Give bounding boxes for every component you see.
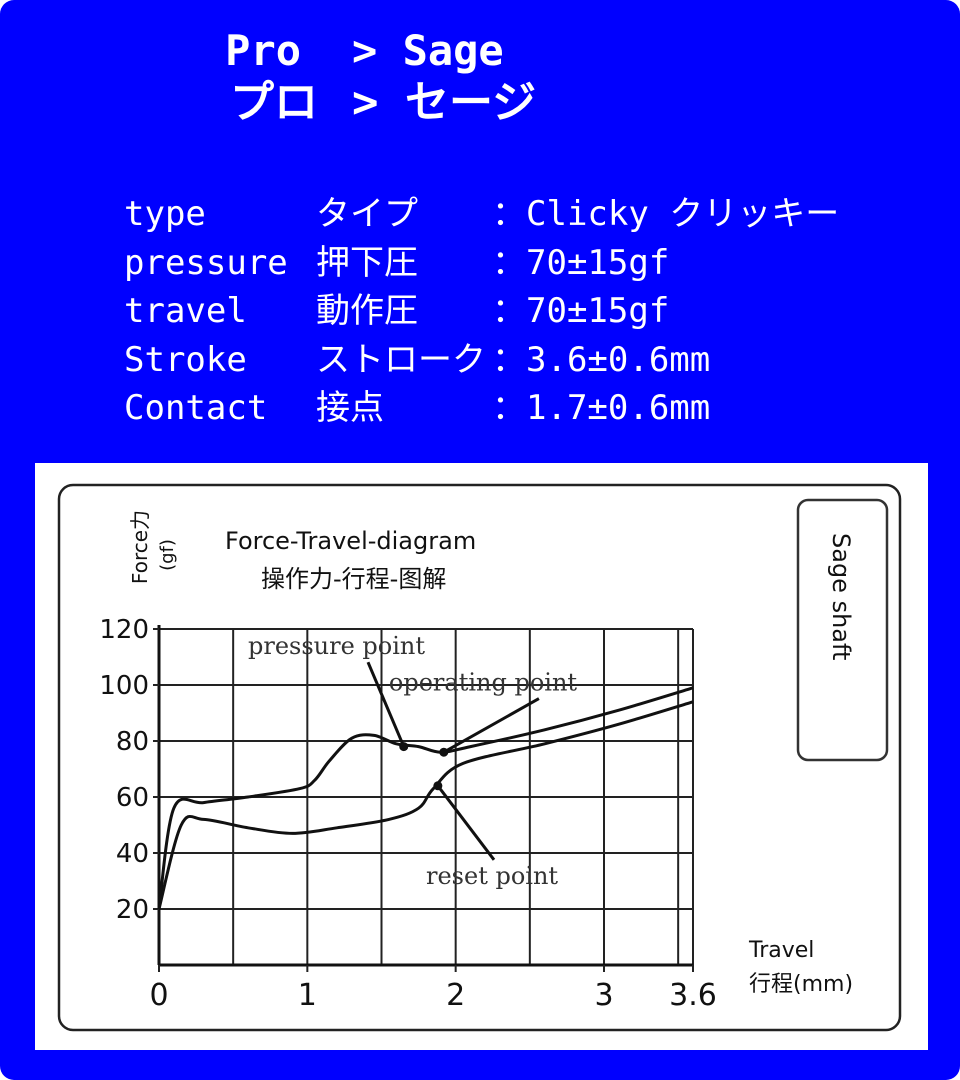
tick-label-y: 20 [116, 895, 149, 925]
breadcrumb-from[interactable]: Pro [225, 26, 301, 76]
tick-label-x: 1 [298, 978, 317, 1013]
page-frame: Pro > Sage プロ > セージ type タイプ ： Clicky クリ… [0, 0, 960, 1080]
spec-label: type [124, 194, 206, 234]
force-travel-chart-panel: Force力 (gf) Force-Travel-diagram 操作力-行程-… [35, 463, 928, 1050]
chart-annotations: pressure point operating point reset point [248, 632, 577, 890]
spec-value: 1.7±0.6mm [526, 388, 711, 428]
spec-label-jp: 動作圧 [316, 291, 418, 331]
spec-colon: ： [492, 242, 526, 283]
tick-label-y: 60 [116, 783, 149, 813]
spec-colon: ： [492, 339, 526, 380]
spec-row-type: type タイプ ： Clicky クリッキー [124, 190, 839, 239]
spec-label: travel [124, 291, 247, 331]
annotation-label: operating point [389, 669, 578, 697]
spec-label: Stroke [124, 339, 247, 380]
spec-value: 3.6±0.6mm [526, 339, 711, 380]
spec-label: pressure [124, 242, 288, 283]
annotation-point [399, 742, 409, 752]
annotation-point [439, 747, 449, 757]
spec-colon: ： [492, 194, 526, 234]
annotation-point [433, 781, 443, 791]
spec-value: 70±15gf [526, 291, 670, 331]
tick-label-x: 0 [149, 978, 168, 1013]
tick-label-y: 100 [99, 671, 149, 701]
tick-label-y: 120 [99, 615, 149, 645]
spec-value: Clicky クリッキー [526, 194, 840, 234]
spec-row-contact: Contact 接点 ： 1.7±0.6mm [124, 384, 710, 433]
chart-yunit: (gf) [157, 539, 178, 571]
spec-row-pressure: pressure 押下圧 ： 70±15gf [124, 239, 669, 288]
annotation-label: pressure point [248, 632, 425, 660]
tick-label-x: 3 [594, 978, 613, 1013]
breadcrumb-to-jp: > セージ [352, 77, 537, 128]
spec-label: Contact [124, 388, 268, 428]
annotation-leader [443, 697, 540, 754]
tick-label-x: 2 [446, 978, 465, 1013]
chart-xlabel-jp: 行程(mm) [749, 972, 853, 997]
annotation-label: reset point [426, 862, 558, 890]
tick-label-y: 40 [116, 839, 149, 869]
spec-row-stroke: Stroke ストローク ： 3.6±0.6mm [124, 336, 710, 385]
chart-xlabel: Travel [748, 938, 814, 963]
spec-label-jp: ストローク [316, 339, 486, 380]
side-label: Sage shaft [827, 533, 855, 660]
breadcrumb-to: > Sage [352, 26, 504, 75]
breadcrumb-from-jp[interactable]: プロ [230, 78, 318, 128]
tick-label-y: 80 [116, 727, 149, 757]
force-travel-chart: Force力 (gf) Force-Travel-diagram 操作力-行程-… [57, 483, 902, 1032]
spec-value: 70±15gf [526, 242, 670, 283]
spec-colon: ： [492, 291, 526, 331]
spec-colon: ： [492, 388, 526, 428]
spec-list: type タイプ ： Clicky クリッキー pressure 押下圧 ： 7… [124, 190, 839, 433]
chart-ylabel: Force力 [128, 510, 152, 584]
chart-title: Force-Travel-diagram [225, 527, 476, 555]
chart-subtitle: 操作力-行程-图解 [261, 565, 446, 593]
spec-label-jp: 押下圧 [316, 242, 418, 283]
spec-label-jp: タイプ [316, 194, 418, 234]
tick-label-x: 3.6 [669, 978, 717, 1013]
spec-label-jp: 接点 [316, 388, 384, 428]
spec-row-travel: travel 動作圧 ： 70±15gf [124, 287, 669, 336]
